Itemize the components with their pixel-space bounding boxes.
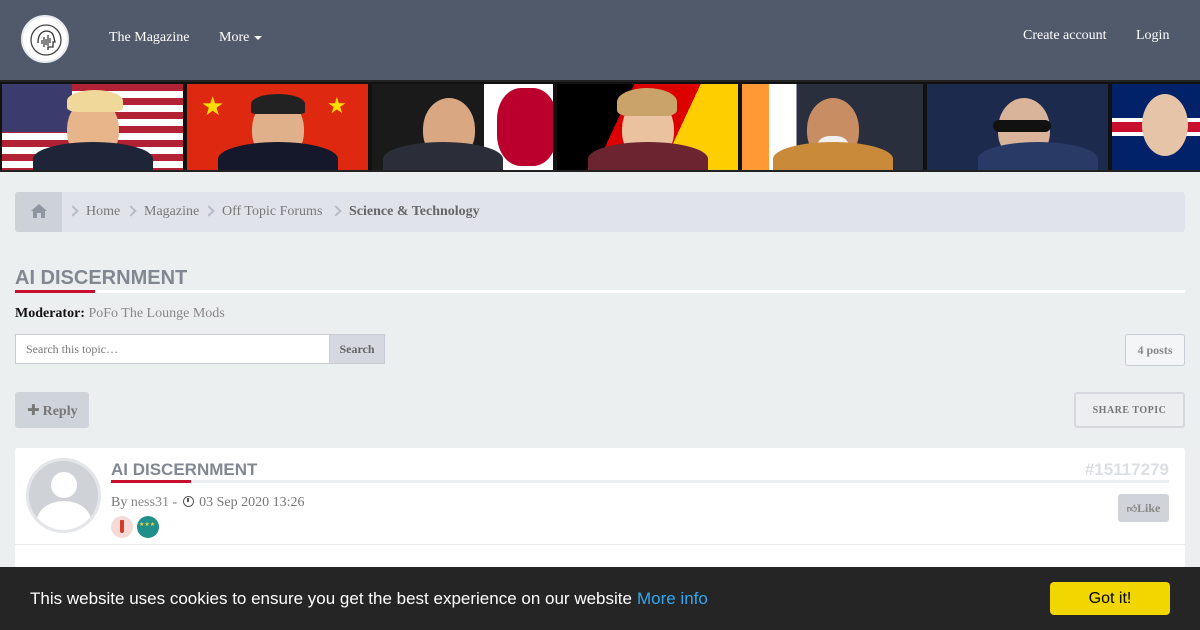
title-underline <box>15 290 1185 293</box>
topic-title[interactable]: AI DISCERNMENT <box>15 267 187 290</box>
chevron-right-icon <box>67 205 79 217</box>
nav-more-dropdown[interactable]: More <box>219 30 263 46</box>
banner-panel-india <box>742 84 923 170</box>
post-meta: By ness31 - 03 Sep 2020 13:26 <box>111 495 305 511</box>
reply-button[interactable]: ✚ Reply <box>15 392 89 428</box>
search-topic-input[interactable] <box>15 334 330 364</box>
site-logo[interactable] <box>21 15 69 63</box>
meta-separator: - <box>172 495 178 510</box>
clock-icon <box>182 496 194 507</box>
head-soundwave-icon <box>30 24 62 56</box>
search-button[interactable]: Search <box>329 334 385 364</box>
login-link[interactable]: Login <box>1136 28 1169 44</box>
chevron-right-icon <box>203 205 215 217</box>
posts-count-badge: 4 posts <box>1125 334 1185 366</box>
post-date: 03 Sep 2020 13:26 <box>199 495 305 510</box>
moderator-line: Moderator: PoFo The Lounge Mods <box>15 306 225 322</box>
create-account-link[interactable]: Create account <box>1023 28 1107 44</box>
plus-icon: ✚ <box>27 400 40 419</box>
banner-panel-russia <box>927 84 1108 170</box>
moderator-label: Moderator: <box>15 306 85 321</box>
post-title-underline <box>111 480 1169 483</box>
avatar[interactable] <box>26 458 101 533</box>
like-button[interactable]: 👍︎Like <box>1118 494 1169 522</box>
nav-the-magazine[interactable]: The Magazine <box>109 30 189 46</box>
banner-panel-germany <box>557 84 738 170</box>
chevron-right-icon <box>125 205 137 217</box>
share-topic-button[interactable]: SHARE TOPIC <box>1074 392 1185 428</box>
avatar-body <box>37 501 91 530</box>
reply-label: Reply <box>42 403 78 419</box>
title-accent-bar <box>15 290 95 293</box>
post-permalink[interactable]: #15117279 <box>1085 460 1169 480</box>
banner-panel-uk <box>1112 84 1200 170</box>
breadcrumb-magazine[interactable]: Magazine <box>144 204 199 220</box>
cookie-banner: This website uses cookies to ensure you … <box>0 567 1200 630</box>
post-title[interactable]: AI DISCERNMENT <box>111 460 257 480</box>
cookie-more-info-link[interactable]: More info <box>637 589 708 608</box>
by-label: By <box>111 495 128 510</box>
post-divider <box>15 544 1185 545</box>
tie-rank-icon <box>111 516 133 538</box>
caret-down-icon <box>254 35 263 40</box>
breadcrumb: Home Magazine Off Topic Forums Science &… <box>15 192 1185 232</box>
top-navbar: The Magazine More Create account Login <box>0 0 1200 80</box>
banner-panel-japan <box>372 84 553 170</box>
post-title-accent-bar <box>111 480 191 483</box>
header-banner: ★ ★ <box>0 80 1200 172</box>
cookie-message: This website uses cookies to ensure you … <box>30 589 708 609</box>
banner-panel-china: ★ ★ <box>187 84 368 170</box>
moderator-link[interactable]: PoFo The Lounge Mods <box>88 306 224 321</box>
like-label: Like <box>1137 500 1161 515</box>
cookie-text: This website uses cookies to ensure you … <box>30 589 632 608</box>
breadcrumb-home-button[interactable] <box>15 192 62 232</box>
nav-more-label: More <box>219 30 250 45</box>
stars-rank-icon <box>137 516 159 538</box>
cookie-accept-button[interactable]: Got it! <box>1050 582 1170 615</box>
breadcrumb-science-technology[interactable]: Science & Technology <box>349 204 480 220</box>
chevron-right-icon <box>330 205 342 217</box>
breadcrumb-off-topic-forums[interactable]: Off Topic Forums <box>222 204 322 220</box>
banner-panel-usa <box>2 84 183 170</box>
breadcrumb-home[interactable]: Home <box>86 204 120 220</box>
post-author-link[interactable]: ness31 <box>131 495 169 510</box>
home-icon <box>31 204 47 218</box>
avatar-head <box>51 472 77 498</box>
thumbs-up-icon: 👍︎ <box>1126 503 1138 515</box>
